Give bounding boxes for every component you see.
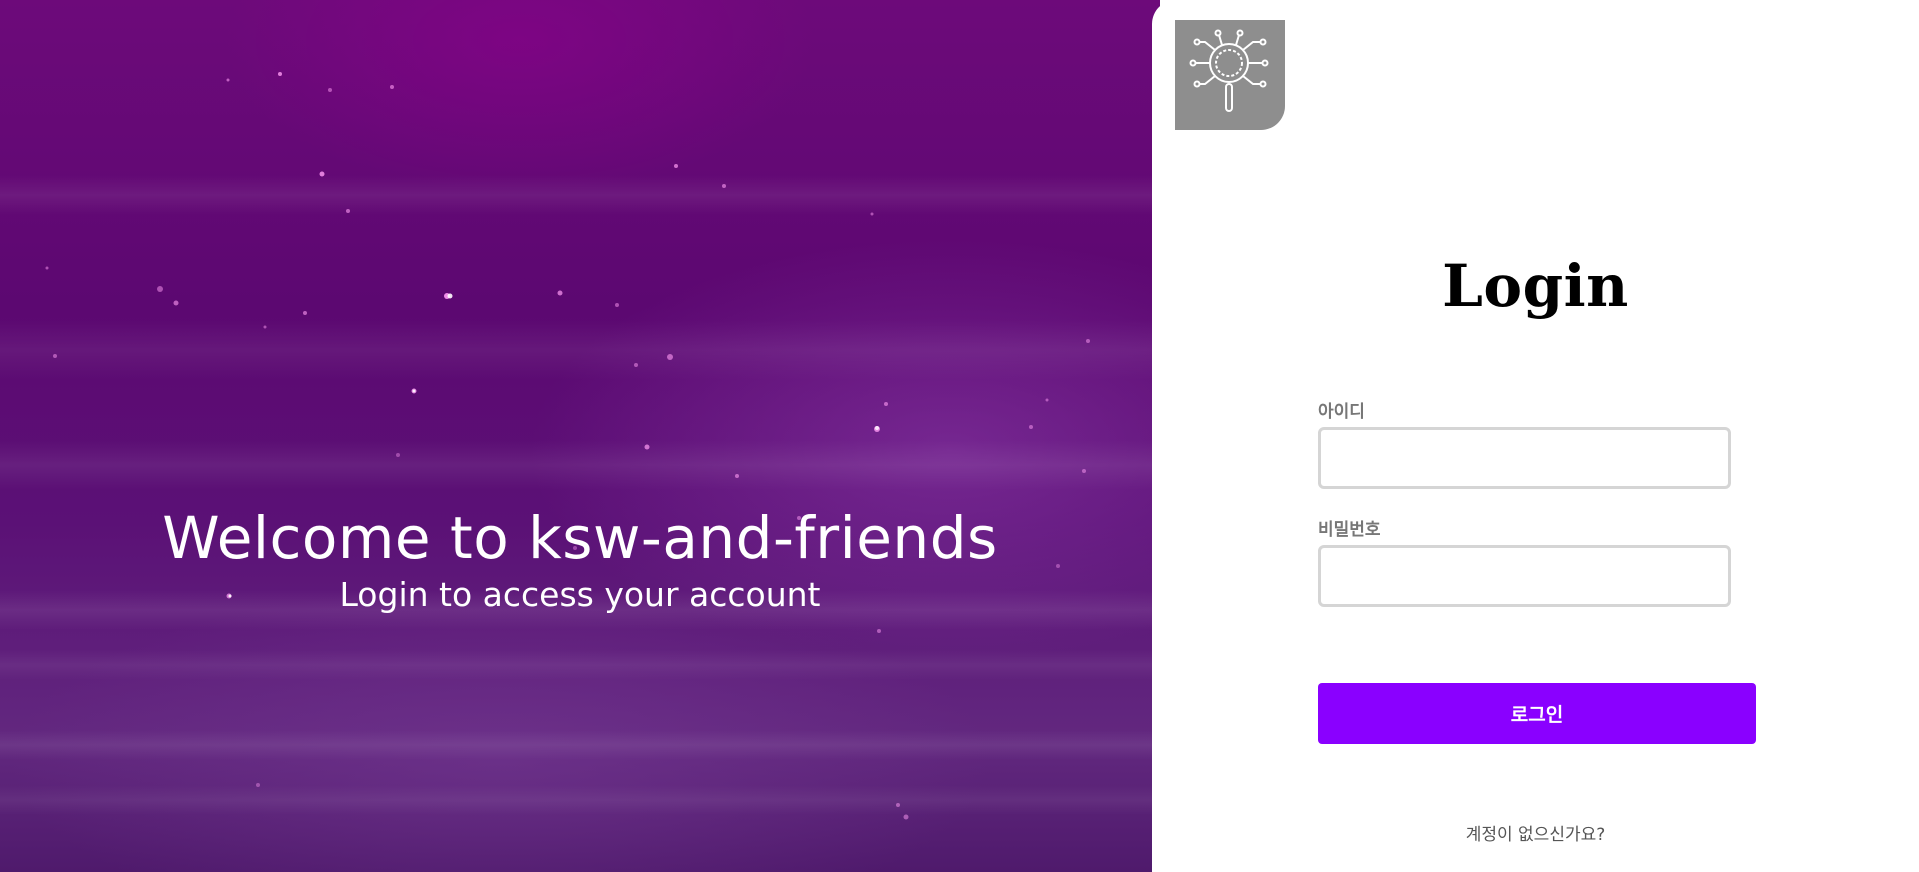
- login-button[interactable]: 로그인: [1318, 683, 1756, 744]
- signup-link[interactable]: 계정이 없으신가요?: [1152, 820, 1919, 845]
- password-label: 비밀번호: [1318, 520, 1381, 540]
- hero-subtitle: Login to access your account: [339, 575, 821, 614]
- hero-title: Welcome to ksw-and-friends: [162, 504, 998, 572]
- id-label: 아이디: [1318, 402, 1365, 422]
- hero-text: Welcome to ksw-and-friends Login to acce…: [0, 502, 1160, 616]
- magnifier-circuit-icon: [1189, 29, 1269, 112]
- login-panel: Login 아이디 비밀번호 로그인 계정이 없으신가요?: [1152, 0, 1919, 872]
- particle-field: [45, 72, 1090, 820]
- logo: [1175, 20, 1285, 130]
- password-input[interactable]: [1318, 545, 1731, 607]
- hero-panel: Welcome to ksw-and-friends Login to acce…: [0, 0, 1160, 872]
- login-title: Login: [1442, 252, 1629, 320]
- id-input[interactable]: [1318, 427, 1731, 489]
